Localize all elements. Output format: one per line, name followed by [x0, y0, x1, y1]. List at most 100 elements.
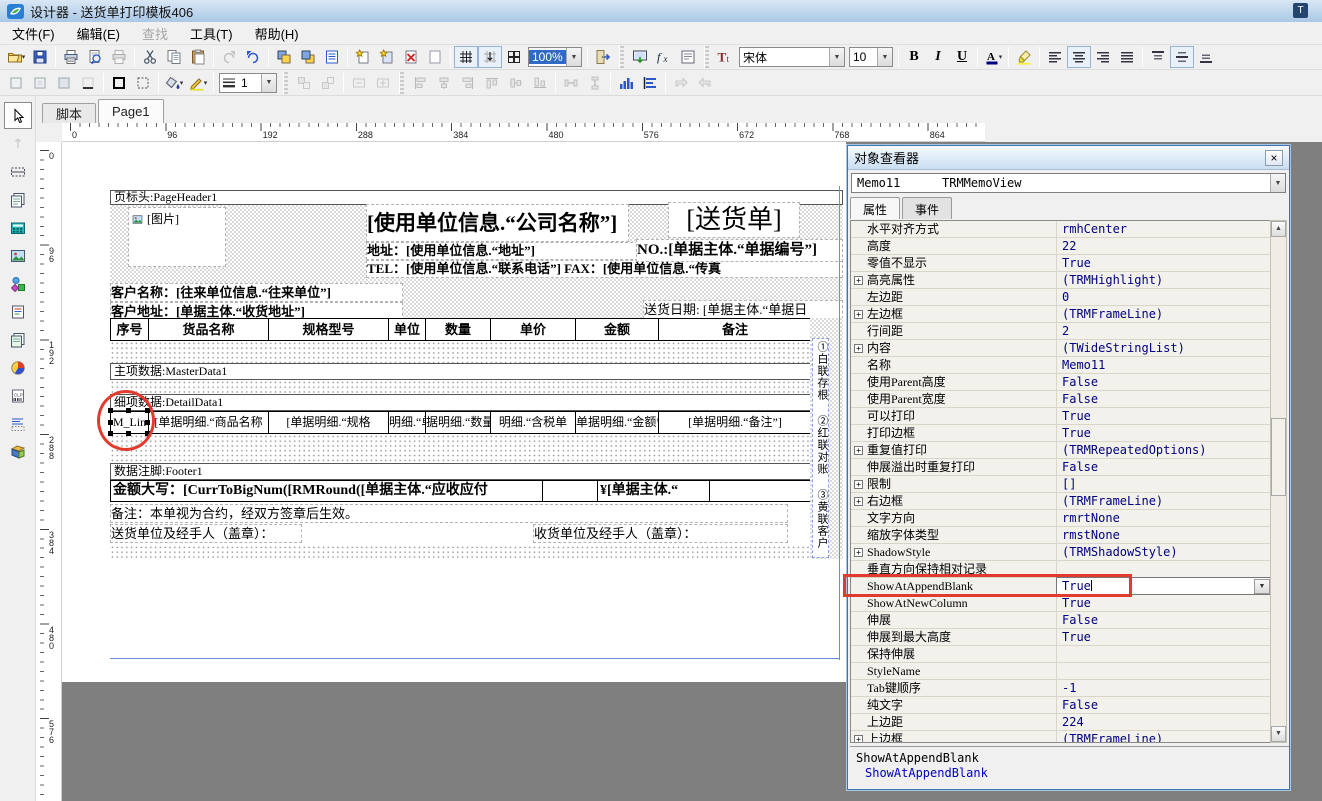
dropdown-caret-icon[interactable]: ▾	[204, 79, 208, 87]
selection-handle[interactable]	[145, 420, 150, 425]
property-row-伸展[interactable]: 伸展False	[851, 612, 1271, 629]
table-cell[interactable]: 金额	[576, 319, 659, 340]
underline-button[interactable]: U	[950, 46, 974, 68]
expand-icon[interactable]: +	[854, 276, 863, 285]
property-row-右边框[interactable]: +右边框(TRMFrameLine)	[851, 493, 1271, 510]
frame-box-bottom-button[interactable]	[76, 72, 100, 94]
align-right-button[interactable]	[1091, 46, 1115, 68]
dropdown-arrow-icon[interactable]: ▼	[877, 48, 892, 66]
close-icon[interactable]: ×	[1265, 150, 1283, 166]
table-cell[interactable]: 金额大写：[CurrToBigNum([RMRound([单据主体.“应收应付	[111, 481, 543, 501]
band-masterdata[interactable]: 主项数据:MasterData1 单据主	[110, 363, 843, 380]
tel-fax-memo[interactable]: TEL：[使用单位信息.“联系电话”] FAX：[使用单位信息.“传真	[366, 260, 843, 278]
table-cell[interactable]: 货品名称	[149, 319, 269, 340]
open-button[interactable]: ▾	[4, 46, 28, 68]
memo-list-button[interactable]	[320, 46, 344, 68]
align-center-button[interactable]	[1067, 46, 1091, 68]
table-cell[interactable]: 明细.“含税单	[491, 412, 576, 433]
selection-handle[interactable]	[108, 408, 113, 413]
dropdown-arrow-icon[interactable]: ▼	[261, 74, 276, 92]
table-cell[interactable]: 规格型号	[269, 319, 389, 340]
table-cell[interactable]: 备注	[659, 319, 811, 340]
property-row-文字方向[interactable]: 文字方向rmrtNone	[851, 510, 1271, 527]
inspector-tab-事件[interactable]: 事件	[902, 197, 952, 219]
menu-编辑E[interactable]: 编辑(E)	[67, 22, 130, 45]
align-to-band-button[interactable]	[614, 72, 638, 94]
table-cell[interactable]: [单据明细.“备注”]	[659, 412, 811, 433]
table-cell[interactable]	[543, 481, 598, 501]
preview-screen-button[interactable]	[628, 46, 652, 68]
fill-color-button[interactable]: ▾	[162, 72, 186, 94]
align-justify-button[interactable]	[1115, 46, 1139, 68]
doc-title-memo[interactable]: [送货单]	[668, 202, 800, 238]
table-cell[interactable]: 单位	[389, 319, 426, 340]
line-color-button[interactable]: ▾	[186, 72, 210, 94]
object-selector[interactable]: Memo11 TRMMemoView ▼	[851, 173, 1286, 193]
insert-db-button[interactable]	[4, 438, 32, 465]
insert-barcode-button[interactable]: CLP	[4, 382, 32, 409]
italic-button[interactable]: I	[926, 46, 950, 68]
selection-handle[interactable]	[126, 408, 131, 413]
property-value[interactable]: True	[1057, 578, 1271, 594]
selection-handle[interactable]	[145, 431, 150, 436]
receiver-stamp-memo[interactable]: 收货单位及经手人（盖章）：	[533, 524, 788, 543]
band-footer[interactable]: 数据注脚:Footer1	[110, 463, 843, 480]
dropdown-arrow-icon[interactable]: ▼	[566, 48, 581, 66]
valign-middle-button[interactable]	[1170, 46, 1194, 68]
font-size-select[interactable]: 10▼	[849, 47, 893, 67]
zoom-select[interactable]: 100%▼	[528, 47, 582, 67]
property-row-纯文字[interactable]: 纯文字False	[851, 697, 1271, 714]
band-detaildata[interactable]: 细项数据:DetailData1 单据明	[110, 394, 843, 411]
table-cell[interactable]: [单据明细.“商品名称	[149, 412, 269, 433]
menu-帮助H[interactable]: 帮助(H)	[245, 22, 309, 45]
paste-button[interactable]	[186, 46, 210, 68]
expand-icon[interactable]: +	[854, 446, 863, 455]
frame-box-solid-button[interactable]	[107, 72, 131, 94]
property-row-零值不显示[interactable]: 零值不显示True	[851, 255, 1271, 272]
property-row-高亮属性[interactable]: +高亮属性(TRMHighlight)	[851, 272, 1271, 289]
dropdown-caret-icon[interactable]: ▾	[180, 79, 184, 87]
customer-name-memo[interactable]: 客户名称：[往来单位信息.“往来单位”]	[110, 283, 403, 302]
table-cell[interactable]: 据明细.“数量	[426, 412, 491, 433]
insert-picture-button[interactable]	[4, 242, 32, 269]
memo-editor-button[interactable]	[676, 46, 700, 68]
copy-button[interactable]	[162, 46, 186, 68]
exit-button[interactable]	[591, 46, 615, 68]
property-row-重复值打印[interactable]: +重复值打印(TRMRepeatedOptions)	[851, 442, 1271, 459]
tab-Page1[interactable]: Page1	[98, 99, 164, 123]
report-page[interactable]: 页标头:PageHeader1 [图片] [使用单位信息.“公司名称”] 地址：…	[62, 142, 846, 682]
table-cell[interactable]: ¥[单据主体.“	[598, 481, 710, 501]
show-grid-button[interactable]	[454, 46, 478, 68]
expand-icon[interactable]: +	[854, 548, 863, 557]
align-left-button[interactable]	[1043, 46, 1067, 68]
sender-stamp-memo[interactable]: 送货单位及经手人（盖章）：	[110, 524, 302, 543]
select-cursor-button[interactable]	[4, 102, 32, 129]
property-row-垂直方向保持相对记录[interactable]: 垂直方向保持相对记录	[851, 561, 1271, 578]
insert-chart-button[interactable]	[4, 354, 32, 381]
property-row-可以打印[interactable]: 可以打印True	[851, 408, 1271, 425]
print-button[interactable]	[59, 46, 83, 68]
expand-icon[interactable]: +	[854, 735, 863, 743]
remark-memo[interactable]: 备注：本单视为合约，经双方签章后生效。	[110, 504, 788, 523]
expand-icon[interactable]: +	[854, 310, 863, 319]
expand-icon[interactable]: +	[854, 344, 863, 353]
insert-memo-button[interactable]	[4, 186, 32, 213]
table-cell[interactable]: [单据明细.“规格	[269, 412, 389, 433]
frame-box-dashed-button[interactable]	[131, 72, 155, 94]
selected-memo-cell[interactable]: M_Lin	[111, 412, 149, 433]
font-tt-button[interactable]: Tt	[713, 46, 737, 68]
property-row-打印边框[interactable]: 打印边框True	[851, 425, 1271, 442]
tab-脚本[interactable]: 脚本	[42, 103, 96, 123]
font-name-select[interactable]: 宋体▼	[739, 47, 845, 67]
menu-工具T[interactable]: 工具(T)	[180, 22, 243, 45]
property-row-限制[interactable]: +限制[]	[851, 476, 1271, 493]
line-width-select[interactable]: 1▼	[219, 73, 277, 93]
property-row-伸展溢出时重复打印[interactable]: 伸展溢出时重复打印False	[851, 459, 1271, 476]
property-row-名称[interactable]: 名称Memo11	[851, 357, 1271, 374]
table-cell[interactable]: 数量	[426, 319, 491, 340]
columns-button[interactable]	[502, 46, 526, 68]
property-row-行间距[interactable]: 行间距2	[851, 323, 1271, 340]
property-row-StyleName[interactable]: StyleName	[851, 663, 1271, 680]
dropdown-arrow-icon[interactable]: ▼	[829, 48, 844, 66]
frame-box-light-button[interactable]	[4, 72, 28, 94]
